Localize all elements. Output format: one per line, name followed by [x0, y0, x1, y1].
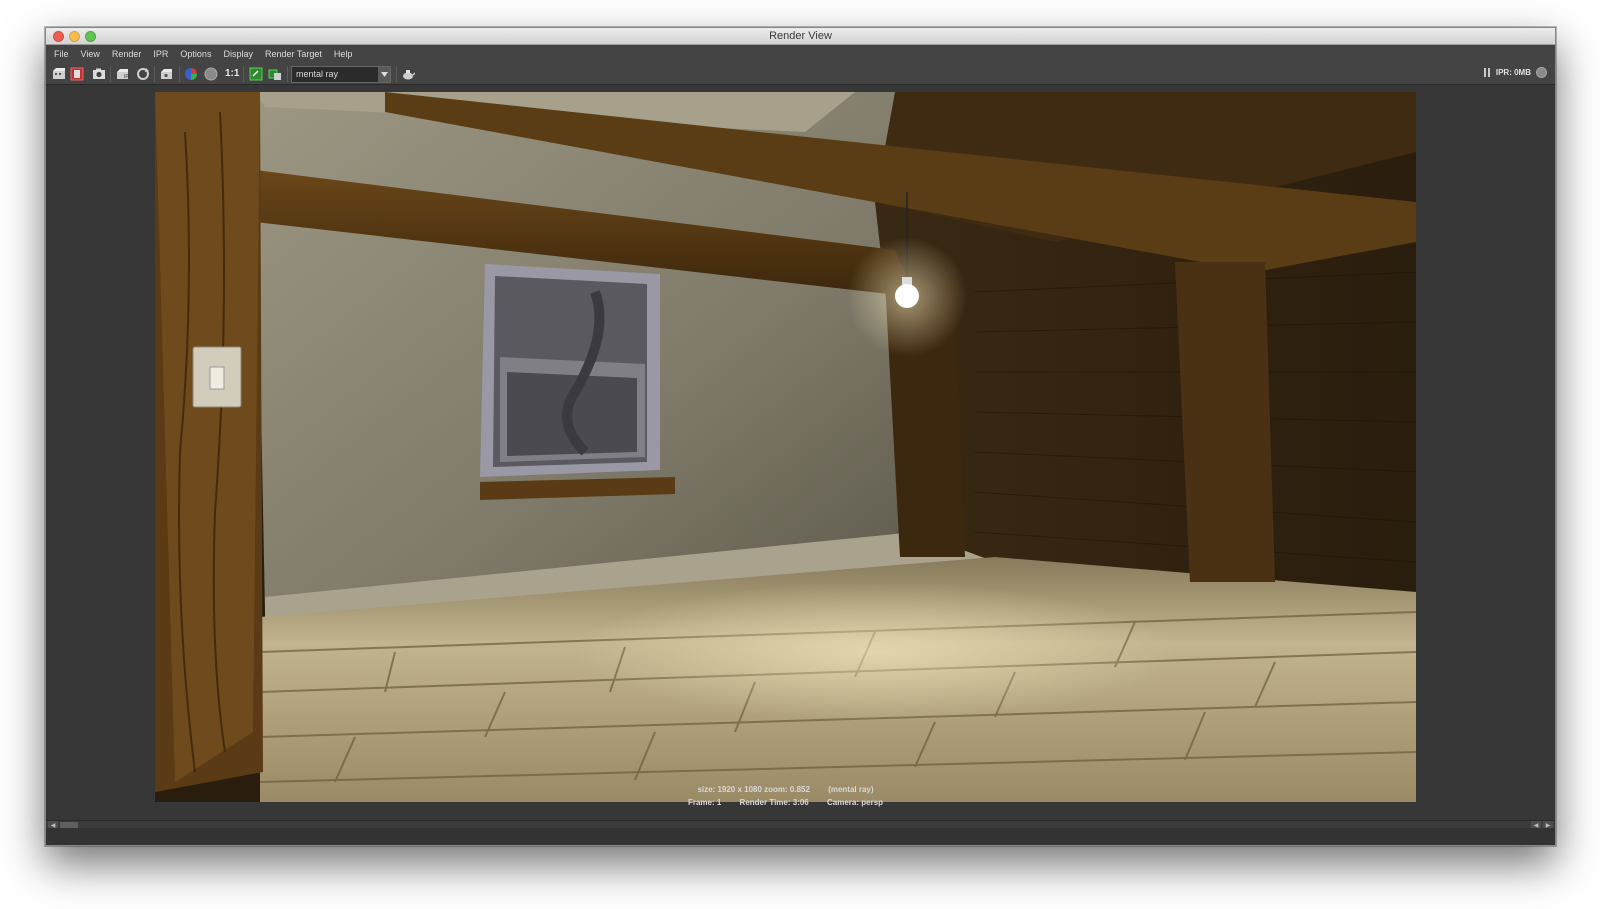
render-viewport[interactable]: size: 1920 x 1080 zoom: 0.852 (mental ra…	[46, 85, 1555, 820]
keep-image-green-icon[interactable]	[248, 66, 264, 82]
menu-ipr[interactable]: IPR	[153, 49, 168, 59]
keep-image-icon[interactable]	[159, 66, 175, 82]
render-info-line1: size: 1920 x 1080 zoom: 0.852 (mental ra…	[155, 785, 1416, 794]
menu-display[interactable]: Display	[223, 49, 253, 59]
color-channels-icon[interactable]	[183, 66, 199, 82]
render-view-window: Render View File View Render IPR Options…	[45, 27, 1556, 846]
pause-icon[interactable]	[1483, 68, 1491, 77]
teapot-icon[interactable]	[400, 66, 416, 82]
ipr-indicator-icon	[1536, 67, 1547, 78]
svg-text:IPR: IPR	[124, 74, 130, 80]
chevron-down-icon[interactable]	[378, 67, 390, 82]
refresh-icon[interactable]	[135, 66, 151, 82]
camera-label: Camera: persp	[827, 798, 884, 807]
toolbar-separator	[154, 66, 155, 82]
menu-view[interactable]: View	[81, 49, 100, 59]
toolbar-separator	[179, 66, 180, 82]
menu-render-target[interactable]: Render Target	[265, 49, 322, 59]
menu-render[interactable]: Render	[112, 49, 142, 59]
render-region-icon[interactable]	[69, 66, 85, 82]
status-strip	[46, 828, 1555, 845]
render-info-line2: Frame: 1 Render Time: 3:06 Camera: persp	[155, 798, 1416, 807]
redo-render-icon[interactable]	[51, 66, 67, 82]
snapshot-icon[interactable]	[91, 66, 107, 82]
toolbar-separator	[110, 66, 111, 82]
title-bar[interactable]: Render View	[46, 28, 1555, 45]
ipr-render-icon[interactable]: IPR	[115, 66, 131, 82]
remove-image-icon[interactable]	[267, 66, 283, 82]
ipr-memory-label: IPR: 0MB	[1495, 68, 1531, 77]
rendered-image	[155, 92, 1416, 802]
menu-options[interactable]: Options	[180, 49, 211, 59]
frame-label: Frame: 1	[687, 798, 722, 807]
toolbar-separator	[396, 66, 397, 82]
menu-help[interactable]: Help	[334, 49, 353, 59]
horizontal-scrollbar[interactable]: ◀ ◀ ▶	[46, 820, 1555, 829]
renderer-name-label: (mental ray)	[828, 785, 874, 794]
renderer-value: mental ray	[296, 69, 339, 79]
toolbar: IPR 1:1 mental ray	[46, 63, 1555, 85]
window-title: Render View	[769, 30, 832, 42]
render-time-label: Render Time: 3:06	[739, 798, 809, 807]
toolbar-separator	[287, 66, 288, 82]
alpha-channel-icon[interactable]	[203, 66, 219, 82]
real-size-label[interactable]: 1:1	[225, 68, 239, 79]
menu-file[interactable]: File	[54, 49, 69, 59]
ipr-status: IPR: 0MB	[1483, 67, 1547, 78]
toolbar-separator	[243, 66, 244, 82]
render-size-label: size: 1920 x 1080 zoom: 0.852	[697, 785, 810, 794]
renderer-dropdown[interactable]: mental ray	[291, 66, 391, 83]
menu-bar: File View Render IPR Options Display Ren…	[46, 45, 1555, 63]
